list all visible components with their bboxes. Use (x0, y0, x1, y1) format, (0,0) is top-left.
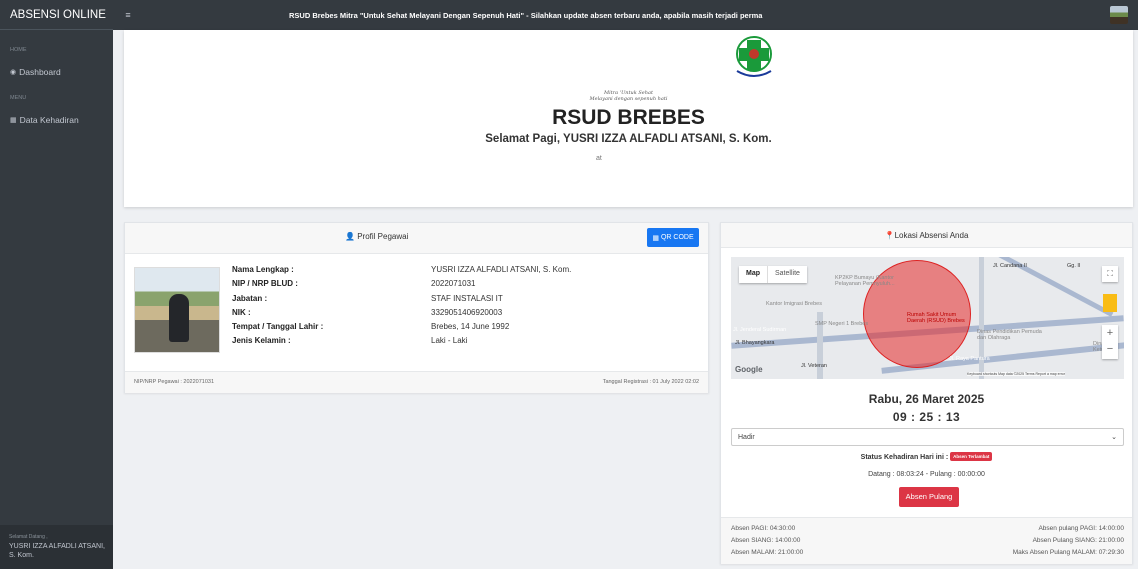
profile-title-text: Profil Pegawai (357, 232, 409, 241)
map-label: Dinas Pendidikan Pemuda dan Olahraga (977, 329, 1042, 341)
location-card: 📍Lokasi Absensi Anda KP2KP Bumayu (Kanto… (720, 222, 1133, 564)
sidebar-item-data-kehadiran[interactable]: ▦ Data Kehadiran (0, 113, 113, 127)
registration-date: Tanggal Registrasi : 01 July 2022 02:02 (602, 379, 699, 385)
map-label: SMP Negeri 1 Brebes (815, 321, 869, 327)
label-jabatan: Jabatan : (232, 294, 268, 303)
value-nip: 2022071031 (431, 279, 476, 288)
map-type-map-button[interactable]: Map (739, 266, 767, 283)
map-label: Jl. Raya Pantura (949, 356, 990, 362)
brand-title[interactable]: ABSENSI ONLINE (0, 0, 113, 30)
map-type-satellite-button[interactable]: Satellite (767, 266, 807, 283)
hospital-title: RSUD BREBES (552, 106, 705, 129)
schedule-siang: Absen SIANG: 14:00:00 (731, 537, 801, 544)
zoom-control: + − (1102, 325, 1118, 359)
user-avatar[interactable] (1110, 6, 1128, 24)
profile-card: 👤 Profil Pegawai ▦ QR CODE Nama Lengkap … (124, 222, 709, 393)
announcement-marquee: RSUD Brebes Mitra "Untuk Sehat Melayani … (289, 10, 763, 20)
dashboard-icon: ◉ (10, 69, 17, 76)
pegman-icon[interactable] (1103, 294, 1117, 312)
user-name: YUSRI IZZA ALFADLI ATSANI, S. Kom. (9, 543, 105, 559)
greeting-text: Selamat Pagi, YUSRI IZZA ALFADLI ATSANI,… (485, 133, 772, 145)
label-nama: Nama Lengkap : (232, 265, 294, 274)
nav-header-menu: MENU (10, 95, 27, 101)
value-jabatan: STAF INSTALASI IT (431, 294, 503, 303)
location-map[interactable]: KP2KP Bumayu (Kantor Pelayanan Pemnyuluh… (731, 257, 1124, 379)
top-navbar: ≡ RSUD Brebes Mitra "Untuk Sehat Melayan… (113, 0, 1138, 30)
schedule-malam: Absen MALAM: 21:00:00 (731, 549, 804, 556)
profile-photo (134, 267, 220, 353)
hospital-logo (736, 36, 772, 77)
map-label: Jl. Veteran (801, 363, 827, 369)
sidebar-item-dashboard[interactable]: ◉ Dashboard (0, 65, 113, 79)
sidebar-item-label: Data Kehadiran (19, 115, 79, 125)
value-nik: 3329051406920003 (431, 308, 503, 317)
profile-card-title: 👤 Profil Pegawai (345, 232, 408, 241)
user-icon: 👤 (345, 232, 355, 241)
attendance-type-select[interactable]: Hadir ⌄ (731, 428, 1124, 446)
hero-banner: Mitra 'Untuk Sehat Melayani dengan sepen… (124, 30, 1133, 207)
value-nama: YUSRI IZZA ALFADLI ATSANI, S. Kom. (431, 265, 572, 274)
profile-card-footer: NIP/NRP Pegawai : 2022071031 Tanggal Reg… (125, 371, 708, 393)
label-ttl: Tempat / Tanggal Lahir : (232, 322, 324, 331)
current-date: Rabu, 26 Maret 2025 (868, 392, 985, 406)
chevron-down-icon: ⌄ (1111, 434, 1117, 441)
sidebar: ABSENSI ONLINE HOME ◉ Dashboard MENU ▦ D… (0, 0, 113, 569)
schedule-pagi: Absen PAGI: 04:30:00 (731, 525, 796, 532)
table-icon: ▦ (10, 117, 17, 124)
profile-card-header: 👤 Profil Pegawai ▦ QR CODE (125, 223, 708, 254)
hospital-tagline: Mitra 'Untuk Sehat Melayani dengan sepen… (124, 90, 1133, 102)
checkin-times: Datang : 08:03:24 - Pulang : 00:00:00 (868, 471, 985, 478)
hero-text-fragment: at (596, 155, 602, 162)
location-card-header: 📍Lokasi Absensi Anda (721, 223, 1132, 248)
fullscreen-icon[interactable]: ⛶ (1102, 266, 1118, 282)
value-ttl: Brebes, 14 June 1992 (431, 322, 510, 331)
welcome-label: Selamat Datang , (9, 534, 48, 540)
label-nip: NIP / NRP BLUD : (232, 279, 298, 288)
value-jenis-kelamin: Laki - Laki (431, 336, 468, 345)
zoom-out-icon[interactable]: − (1102, 341, 1118, 357)
map-pin-icon: 📍 (884, 231, 895, 240)
map-label: KP2KP Bumayu (Kantor Pelayanan Pemnyuluh… (835, 275, 895, 287)
qr-code-button[interactable]: ▦ QR CODE (647, 228, 699, 247)
nip-footer: NIP/NRP Pegawai : 2022071031 (134, 379, 215, 385)
schedule-pulang-malam: Maks Absen Pulang MALAM: 07:29:30 (1012, 549, 1124, 556)
select-value: Hadir (738, 434, 755, 441)
attendance-status: Status Kehadiran Hari ini : Absen Terlam… (721, 452, 1132, 461)
map-type-control: Map Satellite (739, 266, 807, 283)
map-label: Rumah Sakit Umum Daerah (RSUD) Brebes (907, 312, 965, 324)
nav-header-home: HOME (10, 47, 27, 53)
map-label: Jl. Jenderal Sudirman (733, 327, 787, 333)
label-nik: NIK : (232, 308, 251, 317)
map-label: Jl. Bhayangkara (735, 340, 775, 346)
label-jenis-kelamin: Jenis Kelamin : (232, 336, 291, 345)
schedule-footer: Absen PAGI: 04:30:00 Absen SIANG: 14:00:… (721, 517, 1132, 564)
location-title-text: Lokasi Absensi Anda (894, 231, 969, 240)
schedule-pulang-siang: Absen Pulang SIANG: 21:00:00 (1032, 537, 1124, 544)
sidebar-item-label: Dashboard (19, 67, 61, 77)
map-label: Kantor Imigrasi Brebes (766, 301, 822, 307)
tagline-line-2: Melayani dengan sepenuh hati (589, 96, 668, 102)
map-label: Gg. II (1067, 263, 1081, 269)
zoom-in-icon[interactable]: + (1102, 325, 1118, 341)
qr-code-icon: ▦ (652, 234, 659, 242)
schedule-pulang-pagi: Absen pulang PAGI: 14:00:00 (1038, 525, 1124, 532)
absen-pulang-button[interactable]: Absen Pulang (899, 487, 959, 507)
hamburger-icon[interactable]: ≡ (113, 10, 143, 20)
qr-button-label: QR CODE (660, 234, 694, 241)
sidebar-user-footer: Selamat Datang , YUSRI IZZA ALFADLI ATSA… (0, 525, 113, 569)
map-attribution[interactable]: Keyboard shortcuts Map data ©2025 Terms … (967, 372, 1066, 376)
status-label: Status Kehadiran Hari ini : (860, 454, 949, 461)
map-label: Jl. Candana II (993, 263, 1027, 269)
current-time: 09 : 25 : 13 (892, 410, 961, 424)
google-logo: Google (735, 365, 763, 374)
status-badge: Absen Terlambat (950, 452, 993, 461)
